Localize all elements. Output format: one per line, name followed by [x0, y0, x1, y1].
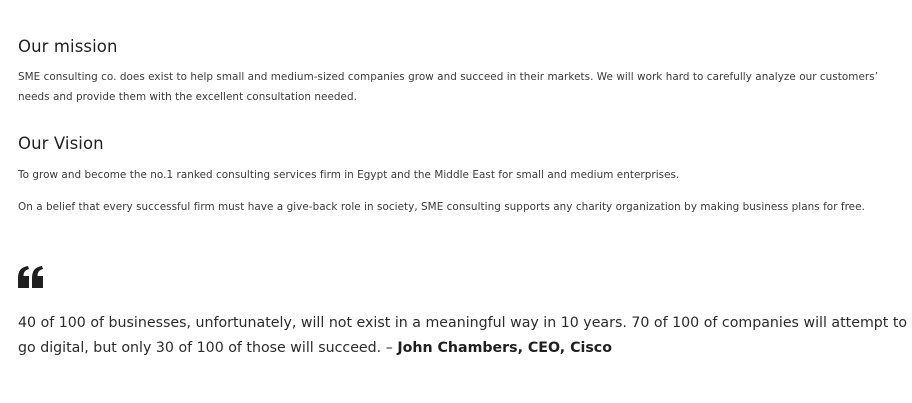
- vision-heading: Our Vision: [18, 134, 104, 153]
- vision-paragraph-2: On a belief that every successful firm m…: [18, 201, 865, 213]
- mission-heading: Our mission: [18, 37, 118, 56]
- quote-icon: [18, 266, 43, 288]
- quote-text: 40 of 100 of businesses, unfortunately, …: [18, 311, 910, 361]
- vision-paragraph-1: To grow and become the no.1 ranked consu…: [18, 169, 680, 181]
- quote-author: John Chambers, CEO, Cisco: [397, 340, 612, 356]
- mission-paragraph: SME consulting co. does exist to help sm…: [18, 71, 879, 103]
